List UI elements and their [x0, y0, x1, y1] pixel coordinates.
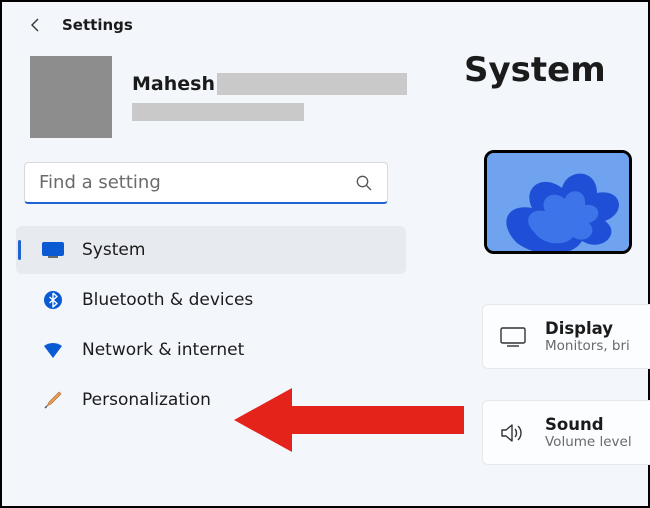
card-title: Sound	[545, 415, 632, 434]
sidebar-item-label: Bluetooth & devices	[82, 290, 253, 310]
sound-icon	[499, 419, 527, 447]
page-title: System	[464, 50, 650, 90]
sidebar-item-personalization[interactable]: Personalization	[16, 376, 406, 424]
sidebar-item-label: Network & internet	[82, 340, 244, 360]
system-icon	[42, 239, 64, 261]
redacted-email	[132, 103, 304, 121]
search-field[interactable]	[39, 172, 355, 193]
wifi-icon	[42, 339, 64, 361]
app-title: Settings	[62, 16, 133, 34]
sidebar-item-system[interactable]: System	[16, 226, 406, 274]
avatar[interactable]	[30, 56, 112, 138]
sidebar-item-bluetooth[interactable]: Bluetooth & devices	[16, 276, 406, 324]
card-subtitle: Monitors, bri	[545, 338, 630, 354]
user-name: Mahesh	[132, 73, 215, 95]
card-title: Display	[545, 319, 630, 338]
device-thumbnail[interactable]	[484, 150, 632, 254]
display-icon	[499, 323, 527, 351]
back-icon[interactable]	[28, 17, 44, 33]
card-sound[interactable]: Sound Volume level	[482, 400, 650, 465]
search-input[interactable]	[24, 162, 388, 204]
search-icon	[355, 174, 373, 192]
card-display[interactable]: Display Monitors, bri	[482, 304, 650, 369]
redacted-name-part	[217, 73, 407, 95]
sidebar-item-network[interactable]: Network & internet	[16, 326, 406, 374]
card-subtitle: Volume level	[545, 434, 632, 450]
bluetooth-icon	[42, 289, 64, 311]
sidebar-item-label: Personalization	[82, 390, 211, 410]
paintbrush-icon	[42, 389, 64, 411]
sidebar-item-label: System	[82, 240, 145, 260]
